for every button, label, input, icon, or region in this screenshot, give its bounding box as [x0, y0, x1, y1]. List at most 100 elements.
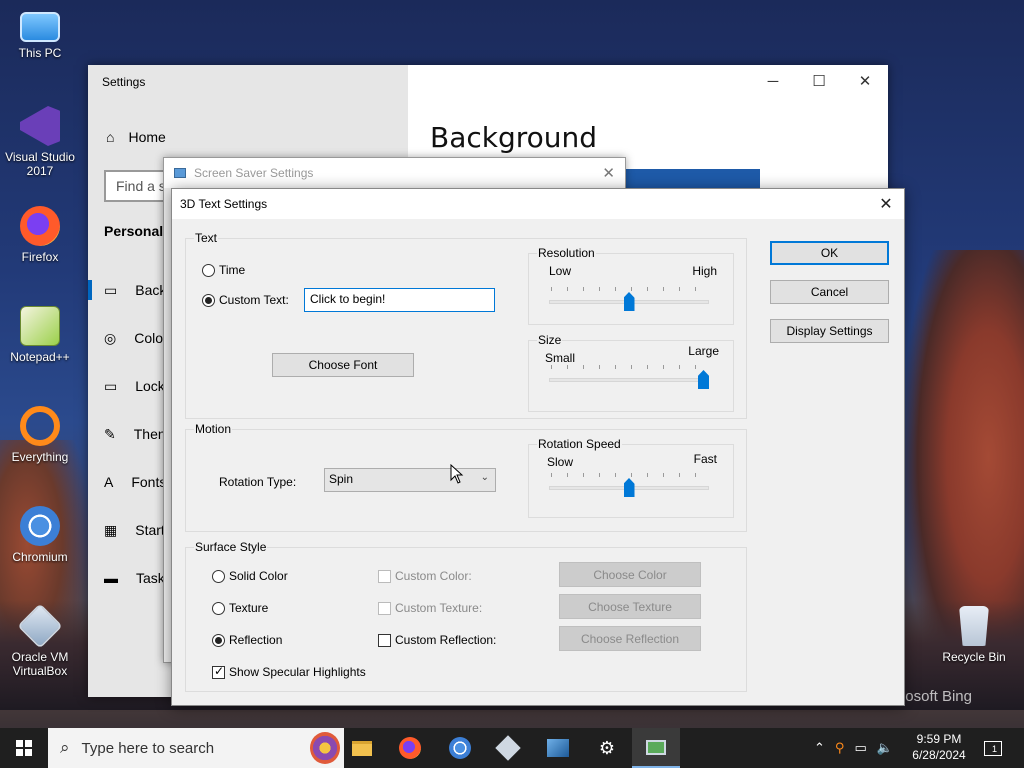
system-tray: ⌃ ⚲ ▭ 🔈: [814, 728, 893, 768]
desktop-icon-this-pc[interactable]: This PC: [0, 8, 80, 60]
size-slider-thumb[interactable]: [698, 370, 709, 389]
volume-muted-icon[interactable]: 🔈: [877, 740, 893, 756]
mouse-cursor-icon: [450, 464, 464, 484]
choose-reflection-button[interactable]: Choose Reflection: [559, 626, 701, 651]
radio-indicator: [202, 263, 215, 277]
custom-text-input[interactable]: Click to begin!: [304, 288, 495, 312]
firefox-icon: [399, 737, 421, 759]
size-slider-track[interactable]: [549, 378, 709, 382]
close-icon[interactable]: ✕: [602, 164, 615, 182]
radio-indicator: [212, 601, 225, 615]
radio-label: Reflection: [229, 633, 283, 647]
desktop-icon-visual-studio[interactable]: Visual Studio 2017: [0, 106, 80, 178]
custom-texture-checkbox[interactable]: Custom Texture:: [378, 601, 482, 615]
checkbox-label: Custom Texture:: [395, 601, 483, 615]
texture-radio[interactable]: Texture: [212, 601, 268, 615]
taskbar-chromium[interactable]: [436, 728, 484, 768]
desktop-icon-chromium[interactable]: Chromium: [0, 506, 80, 564]
radio-indicator: [212, 633, 225, 647]
desktop-icon-label: Recycle Bin: [942, 650, 1006, 664]
desktop-icon-notepad-plus-plus[interactable]: Notepad++: [0, 306, 80, 364]
desktop-icon-label: This PC: [18, 46, 62, 60]
reflection-radio[interactable]: Reflection: [212, 633, 282, 647]
folder-icon: [352, 740, 372, 756]
screen-saver-titlebar: Screen Saver Settings ✕: [164, 158, 625, 188]
search-tray-icon[interactable]: ⚲: [835, 740, 845, 756]
settings-title: Settings: [102, 75, 146, 89]
desktop-icon-label: Visual Studio 2017: [5, 150, 75, 178]
clock-time: 9:59 PM: [916, 732, 962, 746]
dialog-title: 3D Text Settings: [180, 197, 268, 211]
page-title: Background: [430, 121, 598, 154]
cancel-button[interactable]: Cancel: [770, 280, 889, 304]
show-specular-highlights-checkbox[interactable]: Show Specular Highlights: [212, 664, 366, 679]
desktop-icon-label: Firefox: [21, 250, 59, 264]
desktop-icon-everything[interactable]: Everything: [0, 406, 80, 464]
firefox-icon: [20, 206, 60, 246]
checkbox-indicator: [378, 601, 391, 615]
taskbar-virtualbox[interactable]: [484, 728, 532, 768]
radio-label: Time: [219, 263, 246, 277]
size-group: Size Small Large: [528, 333, 734, 412]
custom-color-checkbox[interactable]: Custom Color:: [378, 569, 472, 583]
rotation-speed-group: Rotation Speed Slow Fast: [528, 437, 734, 518]
minimize-icon[interactable]: ─: [750, 65, 796, 97]
sidebar-item-label: Back: [135, 282, 167, 298]
custom-text-radio[interactable]: Custom Text:: [202, 293, 289, 307]
taskbar-settings[interactable]: ⚙: [583, 728, 631, 768]
motion-group: Motion Rotation Type: Spin ⌄ Rotation Sp…: [185, 422, 747, 532]
desktop-icon-firefox[interactable]: Firefox: [0, 206, 80, 264]
slider-min-label: Low: [549, 264, 572, 278]
wallpaper-caption: rosoft Bing: [900, 688, 972, 705]
desktop-icon-virtualbox[interactable]: Oracle VM VirtualBox: [0, 603, 80, 678]
rotation-speed-slider-thumb[interactable]: [623, 478, 635, 497]
dialog-titlebar: 3D Text Settings ✕: [172, 189, 904, 219]
desktop-icon-recycle-bin[interactable]: Recycle Bin: [934, 606, 1014, 664]
rotation-type-select[interactable]: Spin ⌄: [324, 468, 496, 492]
resolution-slider-thumb[interactable]: [623, 292, 635, 311]
taskbar-app[interactable]: [534, 728, 582, 768]
ok-button[interactable]: OK: [770, 241, 889, 265]
chevron-down-icon: ⌄: [480, 472, 489, 483]
text-group: Text Time Custom Text: Click to begin! C…: [185, 231, 747, 419]
settings-home-link[interactable]: ⌂ Home: [106, 129, 166, 145]
close-icon[interactable]: ✕: [876, 194, 896, 214]
resolution-group: Resolution Low High: [528, 246, 734, 325]
chromium-icon: [20, 506, 60, 546]
taskbar-file-explorer[interactable]: [338, 728, 386, 768]
slider-max-label: Fast: [693, 452, 717, 466]
maximize-icon[interactable]: ☐: [796, 65, 842, 97]
taskbar-icon: ▬: [104, 570, 118, 586]
display-settings-button[interactable]: Display Settings: [770, 319, 889, 343]
taskbar-firefox[interactable]: [386, 728, 434, 768]
choose-font-button[interactable]: Choose Font: [272, 353, 414, 377]
desktop-icon-label: Chromium: [12, 550, 68, 564]
home-icon: ⌂: [106, 129, 115, 145]
solid-color-radio[interactable]: Solid Color: [212, 569, 288, 583]
close-icon[interactable]: ✕: [842, 65, 888, 97]
network-icon[interactable]: ▭: [854, 740, 866, 756]
lock-screen-icon: ▭: [104, 377, 118, 394]
taskbar-search-box[interactable]: ⌕ Type here to search: [48, 728, 344, 768]
taskbar-clock[interactable]: 9:59 PM 6/28/2024: [904, 731, 974, 763]
radio-indicator: [212, 569, 225, 583]
custom-reflection-checkbox[interactable]: Custom Reflection:: [378, 633, 496, 647]
chevron-up-icon[interactable]: ⌃: [814, 740, 825, 756]
checkbox-label: Show Specular Highlights: [229, 665, 366, 679]
choose-texture-button[interactable]: Choose Texture: [559, 594, 701, 619]
3d-text-settings-dialog: 3D Text Settings ✕ Text Time Custom Text…: [171, 188, 905, 706]
desktop-icon-label: Notepad++: [10, 350, 70, 364]
time-radio[interactable]: Time: [202, 263, 245, 277]
checkbox-label: Custom Color:: [395, 569, 472, 583]
virtualbox-icon: [17, 603, 63, 649]
taskbar-screen-saver[interactable]: [632, 728, 680, 768]
slider-ticks: [551, 365, 711, 369]
notification-badge: 1: [992, 744, 998, 754]
slider-ticks: [551, 473, 711, 477]
virtualbox-icon: [495, 735, 521, 761]
sidebar-item-label: Then: [133, 426, 166, 442]
palette-icon: ◎: [104, 329, 117, 346]
choose-color-button[interactable]: Choose Color: [559, 562, 701, 587]
start-button[interactable]: [0, 728, 48, 768]
notification-center[interactable]: 1: [984, 728, 1002, 768]
